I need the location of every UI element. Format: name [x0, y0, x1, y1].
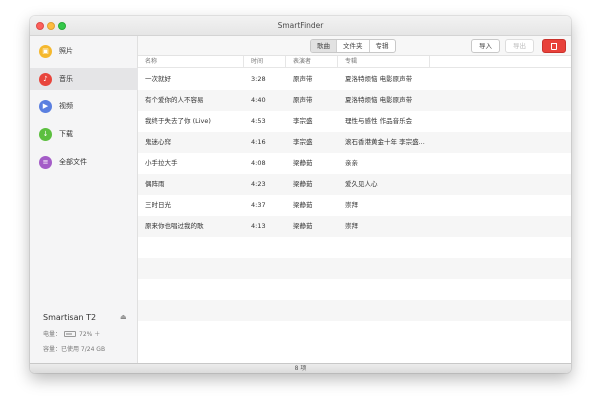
sidebar-item-label: 音乐 [59, 75, 73, 83]
cell-artist: 原声带 [293, 96, 313, 104]
cell-artist: 原声带 [293, 75, 313, 83]
cell-artist: 梁静茹 [293, 159, 313, 167]
song-table: 名称 时间 表演者 专辑 一次就好 3:28 原声带 夏洛特烦恼 电影原声带 有个爱你的… [138, 56, 571, 363]
column-header-time[interactable]: 时间 [244, 56, 286, 68]
table-row [138, 279, 571, 300]
storage-status: 容量：已使用 7/24 GB [43, 346, 106, 353]
tab-folders[interactable]: 文件夹 [337, 40, 370, 52]
battery-icon [64, 330, 77, 337]
app-window: SmartFinder ▣ 照片 ♪ 音乐 ▶ 视频 ↓ 下载 ≡ 全部文件 S… [30, 16, 571, 373]
table-row [138, 321, 571, 342]
import-button[interactable]: 导入 [471, 39, 500, 53]
tab-albums[interactable]: 专辑 [370, 40, 395, 52]
sidebar: ▣ 照片 ♪ 音乐 ▶ 视频 ↓ 下载 ≡ 全部文件 Smartisan T2 … [30, 36, 138, 363]
eject-icon[interactable]: ⏏ [120, 313, 127, 321]
cell-album: 爱久见人心 [345, 180, 378, 188]
window-title: SmartFinder [277, 21, 324, 30]
sidebar-item-downloads[interactable]: ↓ 下载 [30, 123, 138, 145]
battery-value: 72% ＋ [79, 331, 101, 338]
cell-name: 有个爱你的人不容易 [145, 96, 204, 104]
cell-album: 夏洛特烦恼 电影原声带 [345, 96, 413, 104]
trash-icon [551, 42, 557, 50]
cell-artist: 梁静茹 [293, 180, 313, 188]
table-row [138, 300, 571, 321]
cell-album: 崇拜 [345, 201, 358, 209]
table-row[interactable]: 鬼迷心窍 4:16 李宗盛 滚石香港黄金十年 李宗盛... [138, 132, 571, 153]
battery-label: 电量： [43, 331, 62, 338]
delete-button[interactable] [542, 39, 566, 53]
cell-name: 原来你也唱过我的歌 [145, 222, 204, 230]
cell-name: 鬼迷心窍 [145, 138, 171, 146]
column-header-album[interactable]: 专辑 [338, 56, 430, 68]
sidebar-item-photos[interactable]: ▣ 照片 [30, 40, 138, 62]
cell-time: 3:28 [251, 75, 266, 83]
column-header-name[interactable]: 名称 [138, 56, 244, 68]
cell-name: 一次就好 [145, 75, 171, 83]
files-icon: ≡ [39, 155, 52, 169]
cell-time: 4:53 [251, 117, 266, 125]
sidebar-item-all-files[interactable]: ≡ 全部文件 [30, 151, 138, 173]
table-row [138, 258, 571, 279]
table-row[interactable]: 一次就好 3:28 原声带 夏洛特烦恼 电影原声带 [138, 69, 571, 90]
cell-time: 4:40 [251, 96, 266, 104]
cell-name: 小手拉大手 [145, 159, 178, 167]
cell-time: 4:13 [251, 222, 266, 230]
cell-artist: 李宗盛 [293, 138, 313, 146]
cell-artist: 李宗盛 [293, 117, 313, 125]
photo-icon: ▣ [39, 44, 52, 58]
sidebar-item-label: 照片 [59, 47, 73, 55]
table-row[interactable]: 原来你也唱过我的歌 4:13 梁静茹 崇拜 [138, 216, 571, 237]
download-icon: ↓ [39, 127, 52, 141]
item-count: 8 项 [294, 365, 307, 372]
cell-time: 4:16 [251, 138, 266, 146]
cell-artist: 梁静茹 [293, 222, 313, 230]
cell-album: 夏洛特烦恼 电影原声带 [345, 75, 413, 83]
sidebar-item-label: 下载 [59, 130, 73, 138]
table-row[interactable]: 有个爱你的人不容易 4:40 原声带 夏洛特烦恼 电影原声带 [138, 90, 571, 111]
cell-name: 三时日光 [145, 201, 171, 209]
table-row[interactable]: 偶阵雨 4:23 梁静茹 爱久见人心 [138, 174, 571, 195]
table-row[interactable]: 小手拉大手 4:08 梁静茹 亲亲 [138, 153, 571, 174]
export-button[interactable]: 导出 [505, 39, 534, 53]
music-note-icon: ♪ [39, 72, 52, 86]
cell-album: 理性与感性 作品音乐会 [345, 117, 413, 125]
status-bar: 8 项 [30, 363, 571, 373]
battery-status: 电量： 72% ＋ [43, 329, 100, 338]
cell-name: 偶阵雨 [145, 180, 165, 188]
sidebar-item-music[interactable]: ♪ 音乐 [30, 68, 138, 90]
table-header: 名称 时间 表演者 专辑 [138, 56, 571, 68]
cell-album: 崇拜 [345, 222, 358, 230]
cell-time: 4:08 [251, 159, 266, 167]
table-row[interactable]: 我终于失去了你 (Live) 4:53 李宗盛 理性与感性 作品音乐会 [138, 111, 571, 132]
cell-album: 亲亲 [345, 159, 358, 167]
toolbar: 歌曲 文件夹 专辑 导入 导出 [138, 36, 571, 56]
device-name: Smartisan T2 [43, 313, 97, 322]
sidebar-item-videos[interactable]: ▶ 视频 [30, 95, 138, 117]
cell-album: 滚石香港黄金十年 李宗盛... [345, 138, 425, 146]
sidebar-item-label: 视频 [59, 102, 73, 110]
cell-time: 4:37 [251, 201, 266, 209]
tab-songs[interactable]: 歌曲 [311, 40, 337, 52]
table-row [138, 237, 571, 258]
cell-name: 我终于失去了你 (Live) [145, 117, 211, 125]
play-icon: ▶ [39, 99, 52, 113]
column-header-artist[interactable]: 表演者 [286, 56, 338, 68]
view-segmented-control: 歌曲 文件夹 专辑 [310, 39, 396, 53]
table-row[interactable]: 三时日光 4:37 梁静茹 崇拜 [138, 195, 571, 216]
cell-time: 4:23 [251, 180, 266, 188]
title-bar: SmartFinder [30, 16, 571, 36]
sidebar-item-label: 全部文件 [59, 158, 87, 166]
cell-artist: 梁静茹 [293, 201, 313, 209]
